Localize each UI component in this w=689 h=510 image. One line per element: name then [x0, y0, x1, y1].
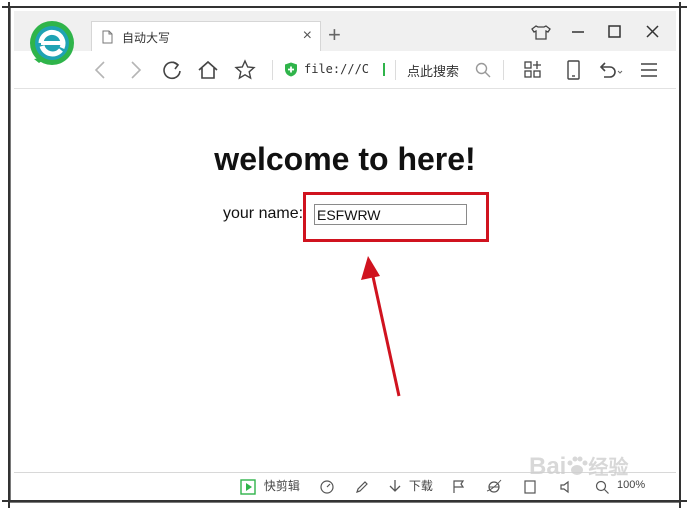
quick-edit-label: 快剪辑: [263, 479, 300, 493]
navigation-toolbar: file:///C 点此搜索: [14, 51, 676, 89]
tab-bar: 自动大写 × +: [14, 11, 676, 51]
page-heading: welcome to here!: [214, 141, 476, 177]
quick-edit-button[interactable]: 快剪辑: [240, 477, 300, 495]
frame-line-left: [8, 2, 10, 508]
highlight-box: [303, 192, 489, 242]
toolbar-separator: [503, 60, 504, 80]
browser-e-logo[interactable]: [28, 19, 80, 71]
chevron-right-icon[interactable]: [124, 59, 146, 81]
close-icon[interactable]: [640, 21, 664, 43]
address-bar-url[interactable]: file:///C: [304, 62, 369, 76]
frame-line-top: [2, 6, 687, 8]
mobile-icon[interactable]: [562, 59, 584, 81]
toolbar-separator: [395, 60, 396, 80]
tab-active[interactable]: 自动大写 ×: [91, 21, 321, 51]
tab-close-button[interactable]: ×: [303, 26, 312, 46]
annotation-arrow: [361, 256, 401, 397]
toolbar-separator: [272, 60, 273, 80]
watermark-cn: 经验: [588, 457, 629, 479]
baidu-watermark: Bai 经验: [529, 451, 628, 481]
rocket-icon[interactable]: [354, 478, 370, 496]
apps-icon[interactable]: [522, 59, 544, 81]
search-icon[interactable]: [474, 61, 492, 79]
watermark-latin: Bai: [529, 453, 567, 480]
search-input[interactable]: 点此搜索: [407, 61, 459, 80]
maximize-icon[interactable]: [602, 21, 626, 43]
ie-icon[interactable]: [486, 478, 502, 496]
paw-icon: [567, 456, 588, 475]
speed-icon[interactable]: [319, 478, 335, 496]
document-icon: [102, 30, 113, 44]
chevron-left-icon[interactable]: [90, 59, 112, 81]
refresh-icon[interactable]: [161, 59, 183, 81]
name-label: your name:: [223, 205, 304, 222]
frame-line-bottom: [2, 500, 687, 502]
minimize-icon[interactable]: [566, 21, 590, 43]
new-tab-button[interactable]: +: [328, 21, 341, 49]
star-icon[interactable]: [234, 59, 256, 81]
home-icon[interactable]: [197, 59, 219, 81]
download-button[interactable]: 下载: [388, 477, 433, 495]
tab-title: 自动大写: [122, 31, 171, 45]
undo-icon[interactable]: [596, 59, 624, 81]
download-icon: [389, 479, 401, 492]
menu-icon[interactable]: [638, 59, 660, 81]
skin-icon[interactable]: [529, 21, 553, 43]
browser-window: 自动大写 × + file:///C 点此搜索 welcome to here!…: [14, 11, 676, 499]
zoom-level[interactable]: 100%: [617, 479, 645, 497]
play-icon: [240, 478, 256, 495]
shield-plus-icon[interactable]: [284, 62, 298, 77]
flag-icon[interactable]: [451, 478, 467, 496]
frame-line-right: [679, 2, 681, 508]
download-label: 下载: [408, 479, 433, 493]
page-content: welcome to here! your name:: [14, 90, 676, 472]
address-caret: [383, 63, 385, 76]
